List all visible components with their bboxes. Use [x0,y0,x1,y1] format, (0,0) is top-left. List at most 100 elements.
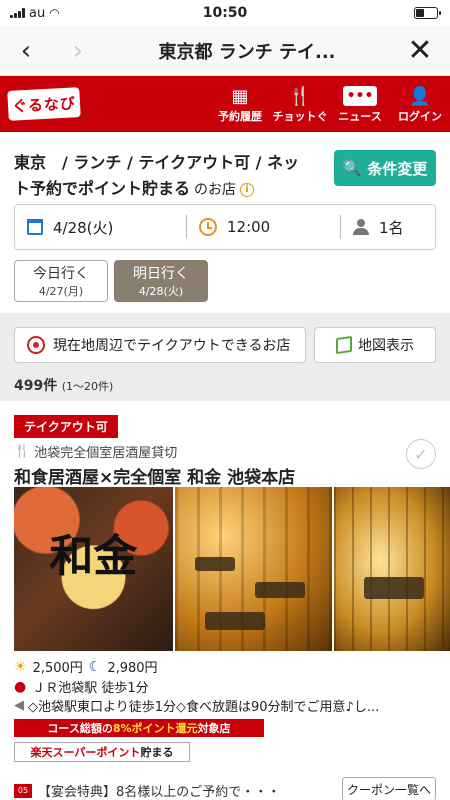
table-shape [363,577,424,599]
table-shape [254,582,305,598]
shop-card[interactable]: テイクアウト可 🍴 池袋完全個室居酒屋貸切 和食居酒屋×完全個室 和金 池袋本店… [0,401,450,800]
results-toolbar: 現在地周辺でテイクアウトできるお店 地図表示 499件 (1〜20件) [0,313,450,401]
header-item-login[interactable]: 👤 ログイン [390,84,450,124]
point-suffix: 対象店 [197,722,231,735]
map-icon [336,335,352,355]
condition-text: 東京 / ランチ / テイクアウト可 / ネット予約でポイント貯まる [14,153,300,198]
people-value: 1名 [379,218,404,237]
header-item-chottogu[interactable]: 🍴 チョットぐ [270,84,330,124]
gurunavi-logo[interactable]: ぐるなび [7,87,81,121]
date-value: 4/28(火) [53,218,114,237]
shop-photo-private-room[interactable] [333,487,450,651]
pr-text: ◀ ◇池袋駅東口より徒歩1分◇食べ放題は90分制でご用意♪し... [14,696,436,715]
point-return-badge: コース総額の 8%ポイント還元 対象店 [14,719,264,737]
site-header: ぐるなび ▦ 予約履歴 🍴 チョットぐ ••• ニュース 👤 ログイン [0,76,450,132]
header-item-label: チョットぐ [272,110,328,123]
news-icon: ••• [343,86,377,106]
takeout-badge: テイクアウト可 [14,415,118,438]
time-value: 12:00 [227,218,271,236]
change-conditions-button[interactable]: 🔍 条件変更 [334,150,436,186]
news-icon-wrap: ••• [343,84,377,108]
map-view-button[interactable]: 地図表示 [314,327,436,363]
browser-nav-bar: ‹ › 東京都 ランチ テイ... ✕ [0,26,450,76]
condition-suffix: のお店 [194,182,237,198]
day-shortcuts: 今日行く 4/27(月) 明日行く 4/28(火) [14,260,208,302]
budget: ☀ 2,500円 ☾ 2,980円 [14,657,158,677]
close-button[interactable]: ✕ [390,26,450,76]
header-item-reservations[interactable]: ▦ 予約履歴 [210,84,270,124]
people-selector[interactable]: 1名 [341,215,404,239]
sun-icon: ☀ [14,658,27,675]
fork-knife-icon: 🍴 [288,85,312,107]
location-target-icon [27,336,45,354]
nearby-takeout-button[interactable]: 現在地周辺でテイクアウトできるお店 [14,327,306,363]
lunch-price: 2,500円 [32,661,83,676]
coupon-text: 【宴会特典】8名様以上のご予約で・・・ [38,785,281,800]
shop-photo-interior[interactable] [174,487,332,651]
today-button[interactable]: 今日行く 4/27(月) [14,260,108,302]
check-icon[interactable]: ✓ [406,439,436,469]
header-item-news[interactable]: ••• ニュース [330,84,390,124]
date-selector[interactable]: 4/28(火) [15,215,187,239]
fork-knife-icon: 🍴 [14,444,31,459]
tomorrow-label: 明日行く [133,266,189,282]
signal-icon [10,8,25,18]
today-label: 今日行く [33,266,89,282]
calendar-icon: ▦ [231,85,249,107]
nearby-takeout-label: 現在地周辺でテイクアウトできるお店 [53,338,291,354]
station-text: ＪＲ池袋駅 徒歩1分 [32,681,149,696]
reservation-selector: 4/28(火) 12:00 1名 [14,204,436,250]
person-icon: 👤 [408,85,432,107]
moon-icon: ☾ [88,658,102,675]
carrier-name: au [29,5,46,21]
photo-logo-text: 和金 [49,531,138,582]
time-selector[interactable]: 12:00 [187,215,341,239]
wifi-icon: ◠ [49,6,60,20]
clock: 10:50 [202,5,248,21]
status-bar: au ◠ 10:50 [0,0,450,26]
shop-photos[interactable]: 和金 [14,487,450,651]
shop-genre-text: 池袋完全個室居酒屋貸切 [34,446,178,461]
rakuten-label: 楽天スーパーポイント [30,746,141,759]
pr-body: ◇池袋駅東口より徒歩1分◇食べ放題は90分制でご用意♪し... [28,700,380,715]
today-date: 4/27(月) [38,285,84,298]
map-view-label: 地図表示 [358,338,414,354]
header-item-label: 予約履歴 [218,110,262,123]
header-item-label: ログイン [398,110,442,123]
battery-icon [414,7,441,19]
access: ● ＪＲ池袋駅 徒歩1分 [14,677,149,697]
tomorrow-button[interactable]: 明日行く 4/28(火) [114,260,208,302]
calendar-check-icon [27,219,43,235]
header-item-label: ニュース [338,110,382,123]
tomorrow-date: 4/28(火) [138,285,184,298]
shop-name[interactable]: 和食居酒屋×完全個室 和金 池袋本店 [14,463,436,488]
carrier-info: au ◠ [10,6,60,21]
point-highlight: 8%ポイント還元 [112,722,198,735]
header-menu: ▦ 予約履歴 🍴 チョットぐ ••• ニュース 👤 ログイン [210,84,450,124]
result-count: 499件 (1〜20件) [14,375,113,395]
speaker-icon: ◀ [14,698,24,713]
shop-genre: 🍴 池袋完全個室居酒屋貸切 [14,442,436,461]
person-icon [353,219,369,235]
point-prefix: コース総額の [47,722,113,735]
back-button[interactable]: ‹ [0,26,52,76]
condition-text-block: 東京 / ランチ / テイクアウト可 / ネット予約でポイント貯まる のお店 i [14,150,314,203]
clock-icon [199,218,217,236]
search-icon: 🔍 [342,159,362,177]
table-shape [204,612,265,630]
result-total: 499件 [14,378,58,394]
change-conditions-label: 条件変更 [367,159,428,178]
coupon-list-button[interactable]: クーポン一覧へ [342,777,436,800]
forward-button[interactable]: › [52,26,104,76]
rakuten-point-badge: 楽天スーパーポイント 貯まる [14,742,190,762]
coupon-tag-icon: 05 [14,783,32,798]
info-icon[interactable]: i [240,182,255,197]
map-pin-icon: ● [14,678,27,695]
dinner-price: 2,980円 [107,661,158,676]
shop-photo-logo[interactable]: 和金 [14,487,173,651]
coupon-info[interactable]: 05 【宴会特典】8名様以上のご予約で・・・ [14,781,280,800]
rakuten-suffix: 貯まる [140,746,174,759]
table-shape [194,557,235,571]
result-range: (1〜20件) [61,380,114,393]
page-title: 東京都 ランチ テイ... [158,41,336,63]
